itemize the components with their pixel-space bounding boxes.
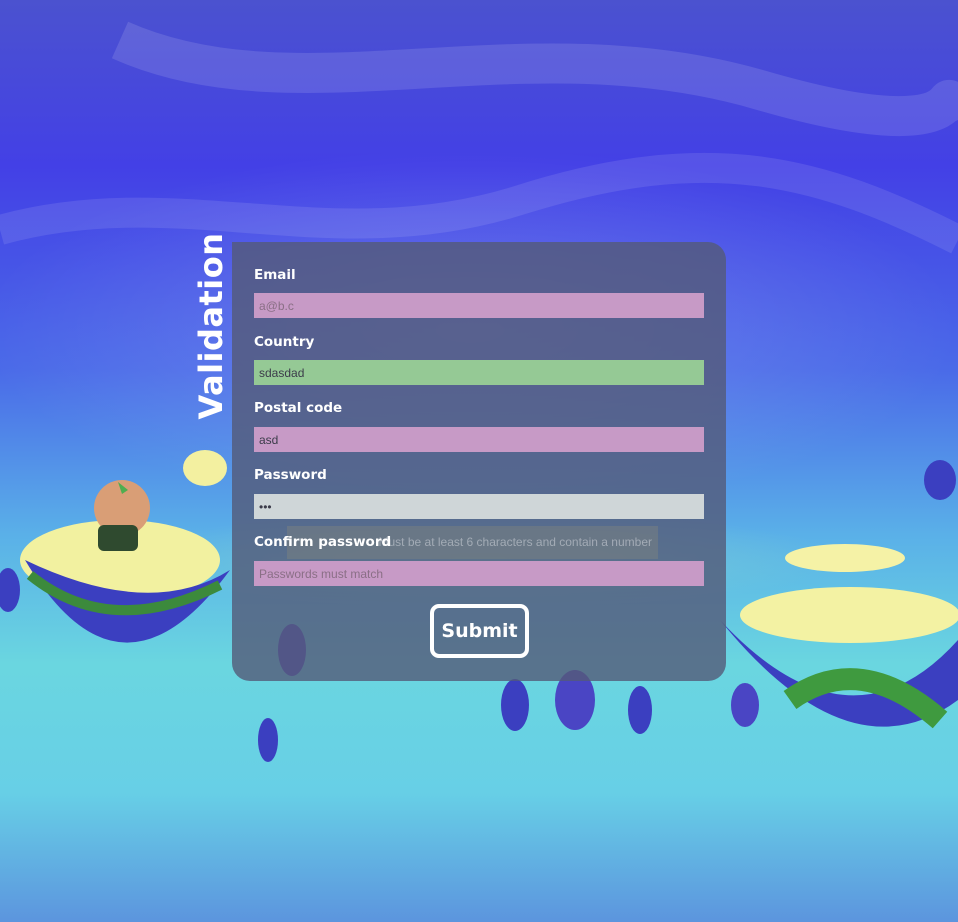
floating-rock [501,679,529,731]
submit-button[interactable]: Submit [430,604,529,658]
pumpkin-leaf [118,482,128,494]
floating-rock [785,544,905,572]
pumpkin-character [94,480,150,536]
email-label: Email [254,267,296,283]
postal-code-label: Postal code [254,400,343,416]
right-island-top [740,587,958,643]
floating-rock [628,686,652,734]
floating-rock [0,568,20,612]
confirm-password-label: Confirm password [254,534,392,550]
right-island-rock [720,620,958,727]
sky-swirl [111,21,958,137]
validation-form: Email Country Postal code Password Must … [232,242,726,681]
postal-code-field[interactable] [254,427,704,452]
vertical-title: Validation [192,232,230,420]
left-island-grass [26,571,223,616]
pumpkin-body [98,525,138,551]
country-label: Country [254,334,315,350]
password-label: Password [254,467,327,483]
floating-rock [183,450,227,486]
right-island-tree [783,668,948,729]
confirm-password-field[interactable] [254,561,704,586]
left-island-rock [25,560,230,643]
floating-rock [258,718,278,762]
sky-swirl [0,152,958,254]
password-field[interactable] [254,494,704,519]
country-field[interactable] [254,360,704,385]
floating-rock [731,683,759,727]
floating-rock [924,460,956,500]
email-field[interactable] [254,293,704,318]
left-island-top [20,520,220,600]
